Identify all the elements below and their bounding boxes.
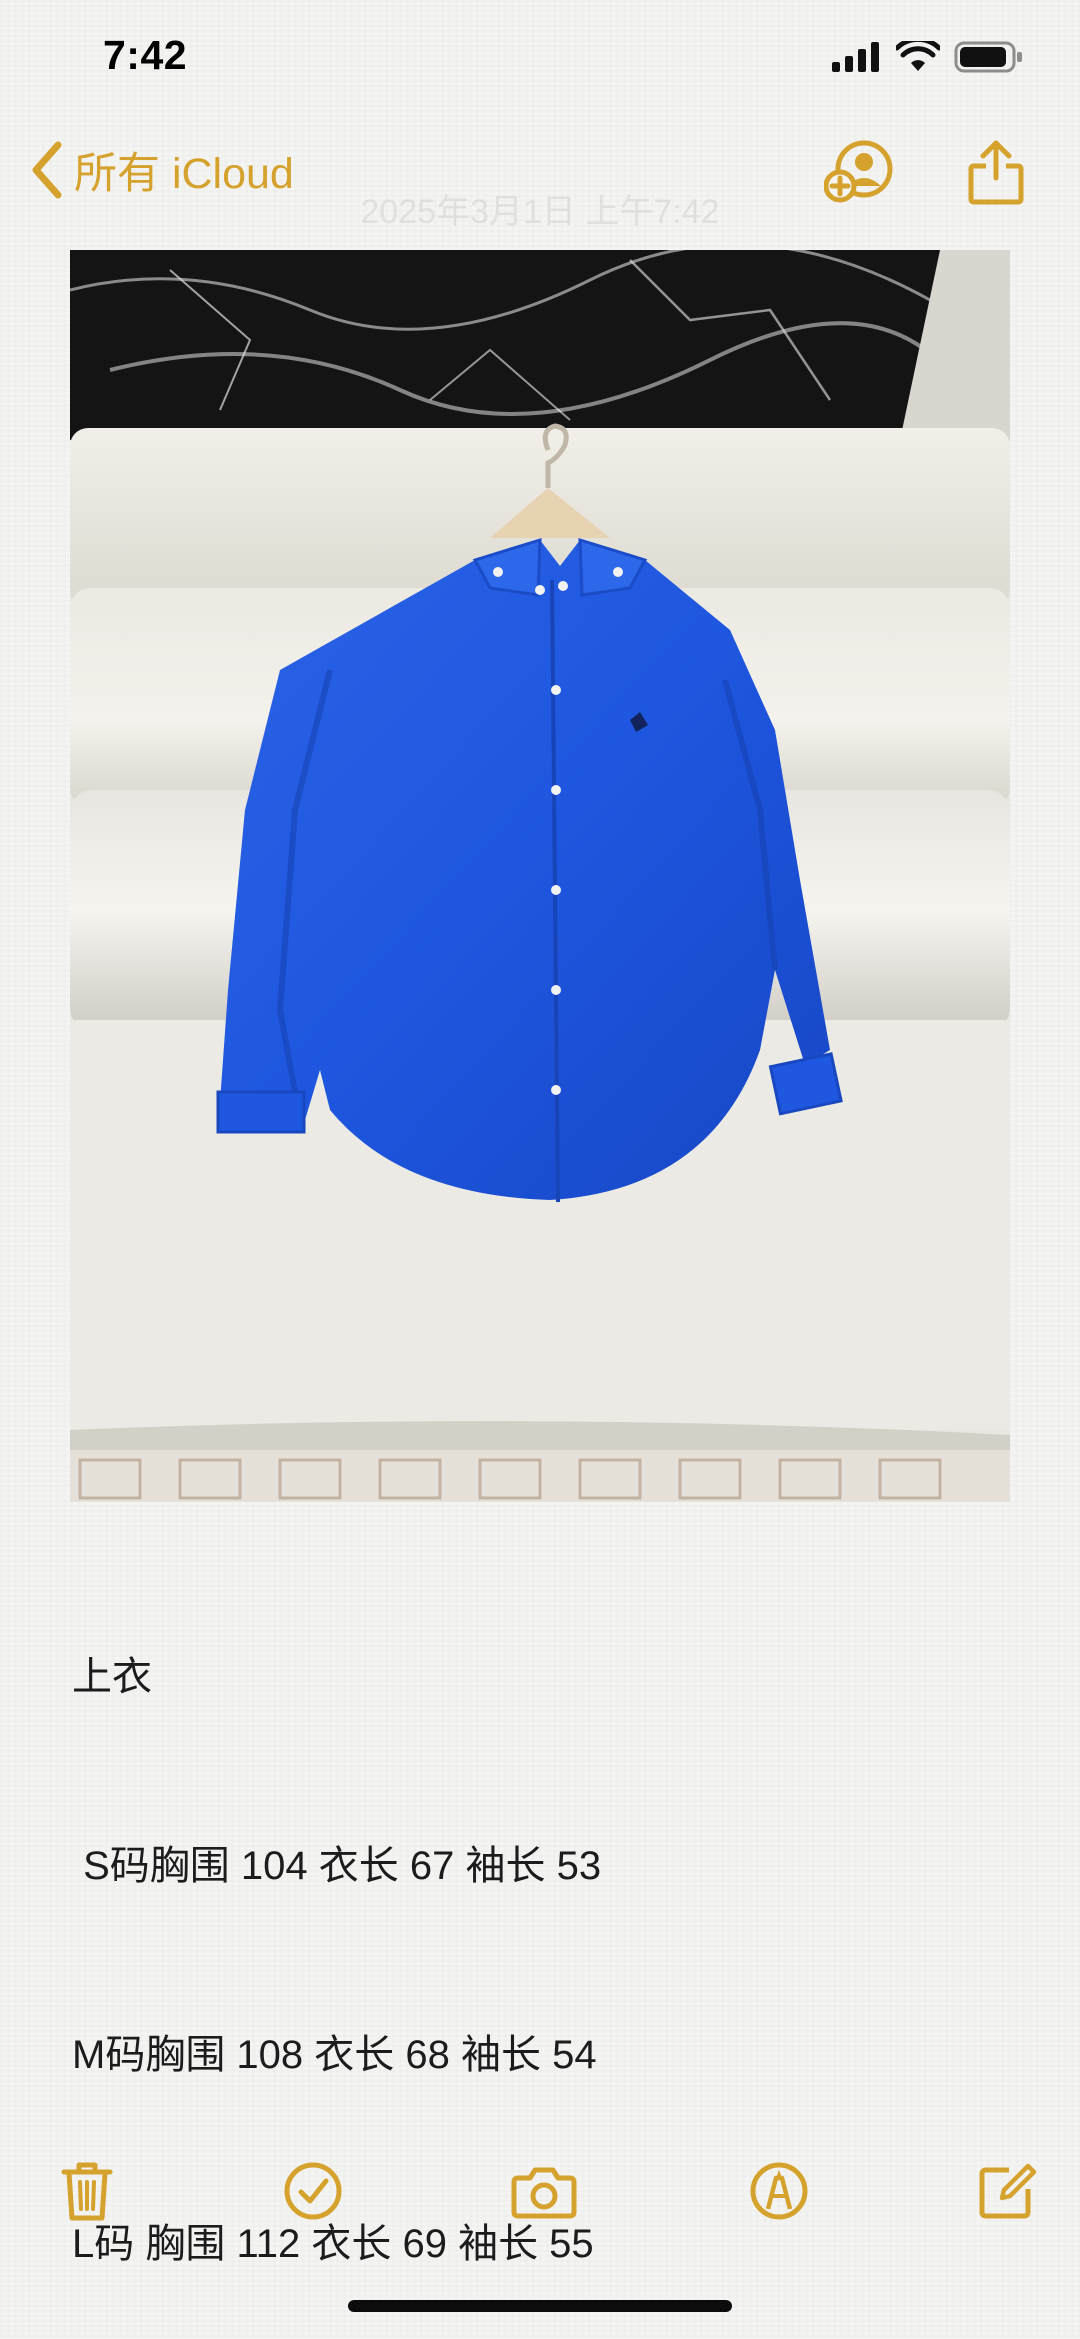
home-indicator[interactable] (348, 2300, 732, 2312)
cellular-signal-icon (832, 42, 879, 72)
delete-button[interactable] (56, 2160, 118, 2222)
add-person-icon (823, 140, 893, 203)
note-line: L码 胸围 112 衣长 69 袖长 55 (72, 2222, 594, 2266)
note-line: S码胸围 104 衣长 67 袖长 53 (72, 1844, 602, 1888)
camera-icon (511, 2167, 577, 2219)
share-icon (968, 140, 1024, 205)
note-line: 上衣 (72, 1655, 152, 1699)
share-button[interactable] (966, 138, 1026, 206)
battery-icon (954, 41, 1022, 73)
collaborate-button[interactable] (823, 140, 894, 204)
compose-icon (979, 2163, 1037, 2219)
camera-button[interactable] (510, 2160, 577, 2222)
checklist-button[interactable] (282, 2160, 344, 2222)
note-photo[interactable] (70, 250, 1010, 1502)
status-icons (832, 40, 1024, 74)
compose-button[interactable] (976, 2160, 1038, 2222)
wifi-icon (896, 41, 940, 71)
status-time: 7:42 (103, 32, 188, 78)
checklist-icon (284, 2162, 342, 2220)
shirt-photo (70, 250, 1010, 1502)
note-date: 2025年3月1日 上午7:42 (360, 193, 720, 231)
trash-icon (61, 2162, 113, 2221)
markup-icon (750, 2162, 808, 2220)
markup-button[interactable] (748, 2160, 810, 2222)
note-line: M码胸围 108 衣长 68 袖长 54 (72, 2033, 597, 2077)
